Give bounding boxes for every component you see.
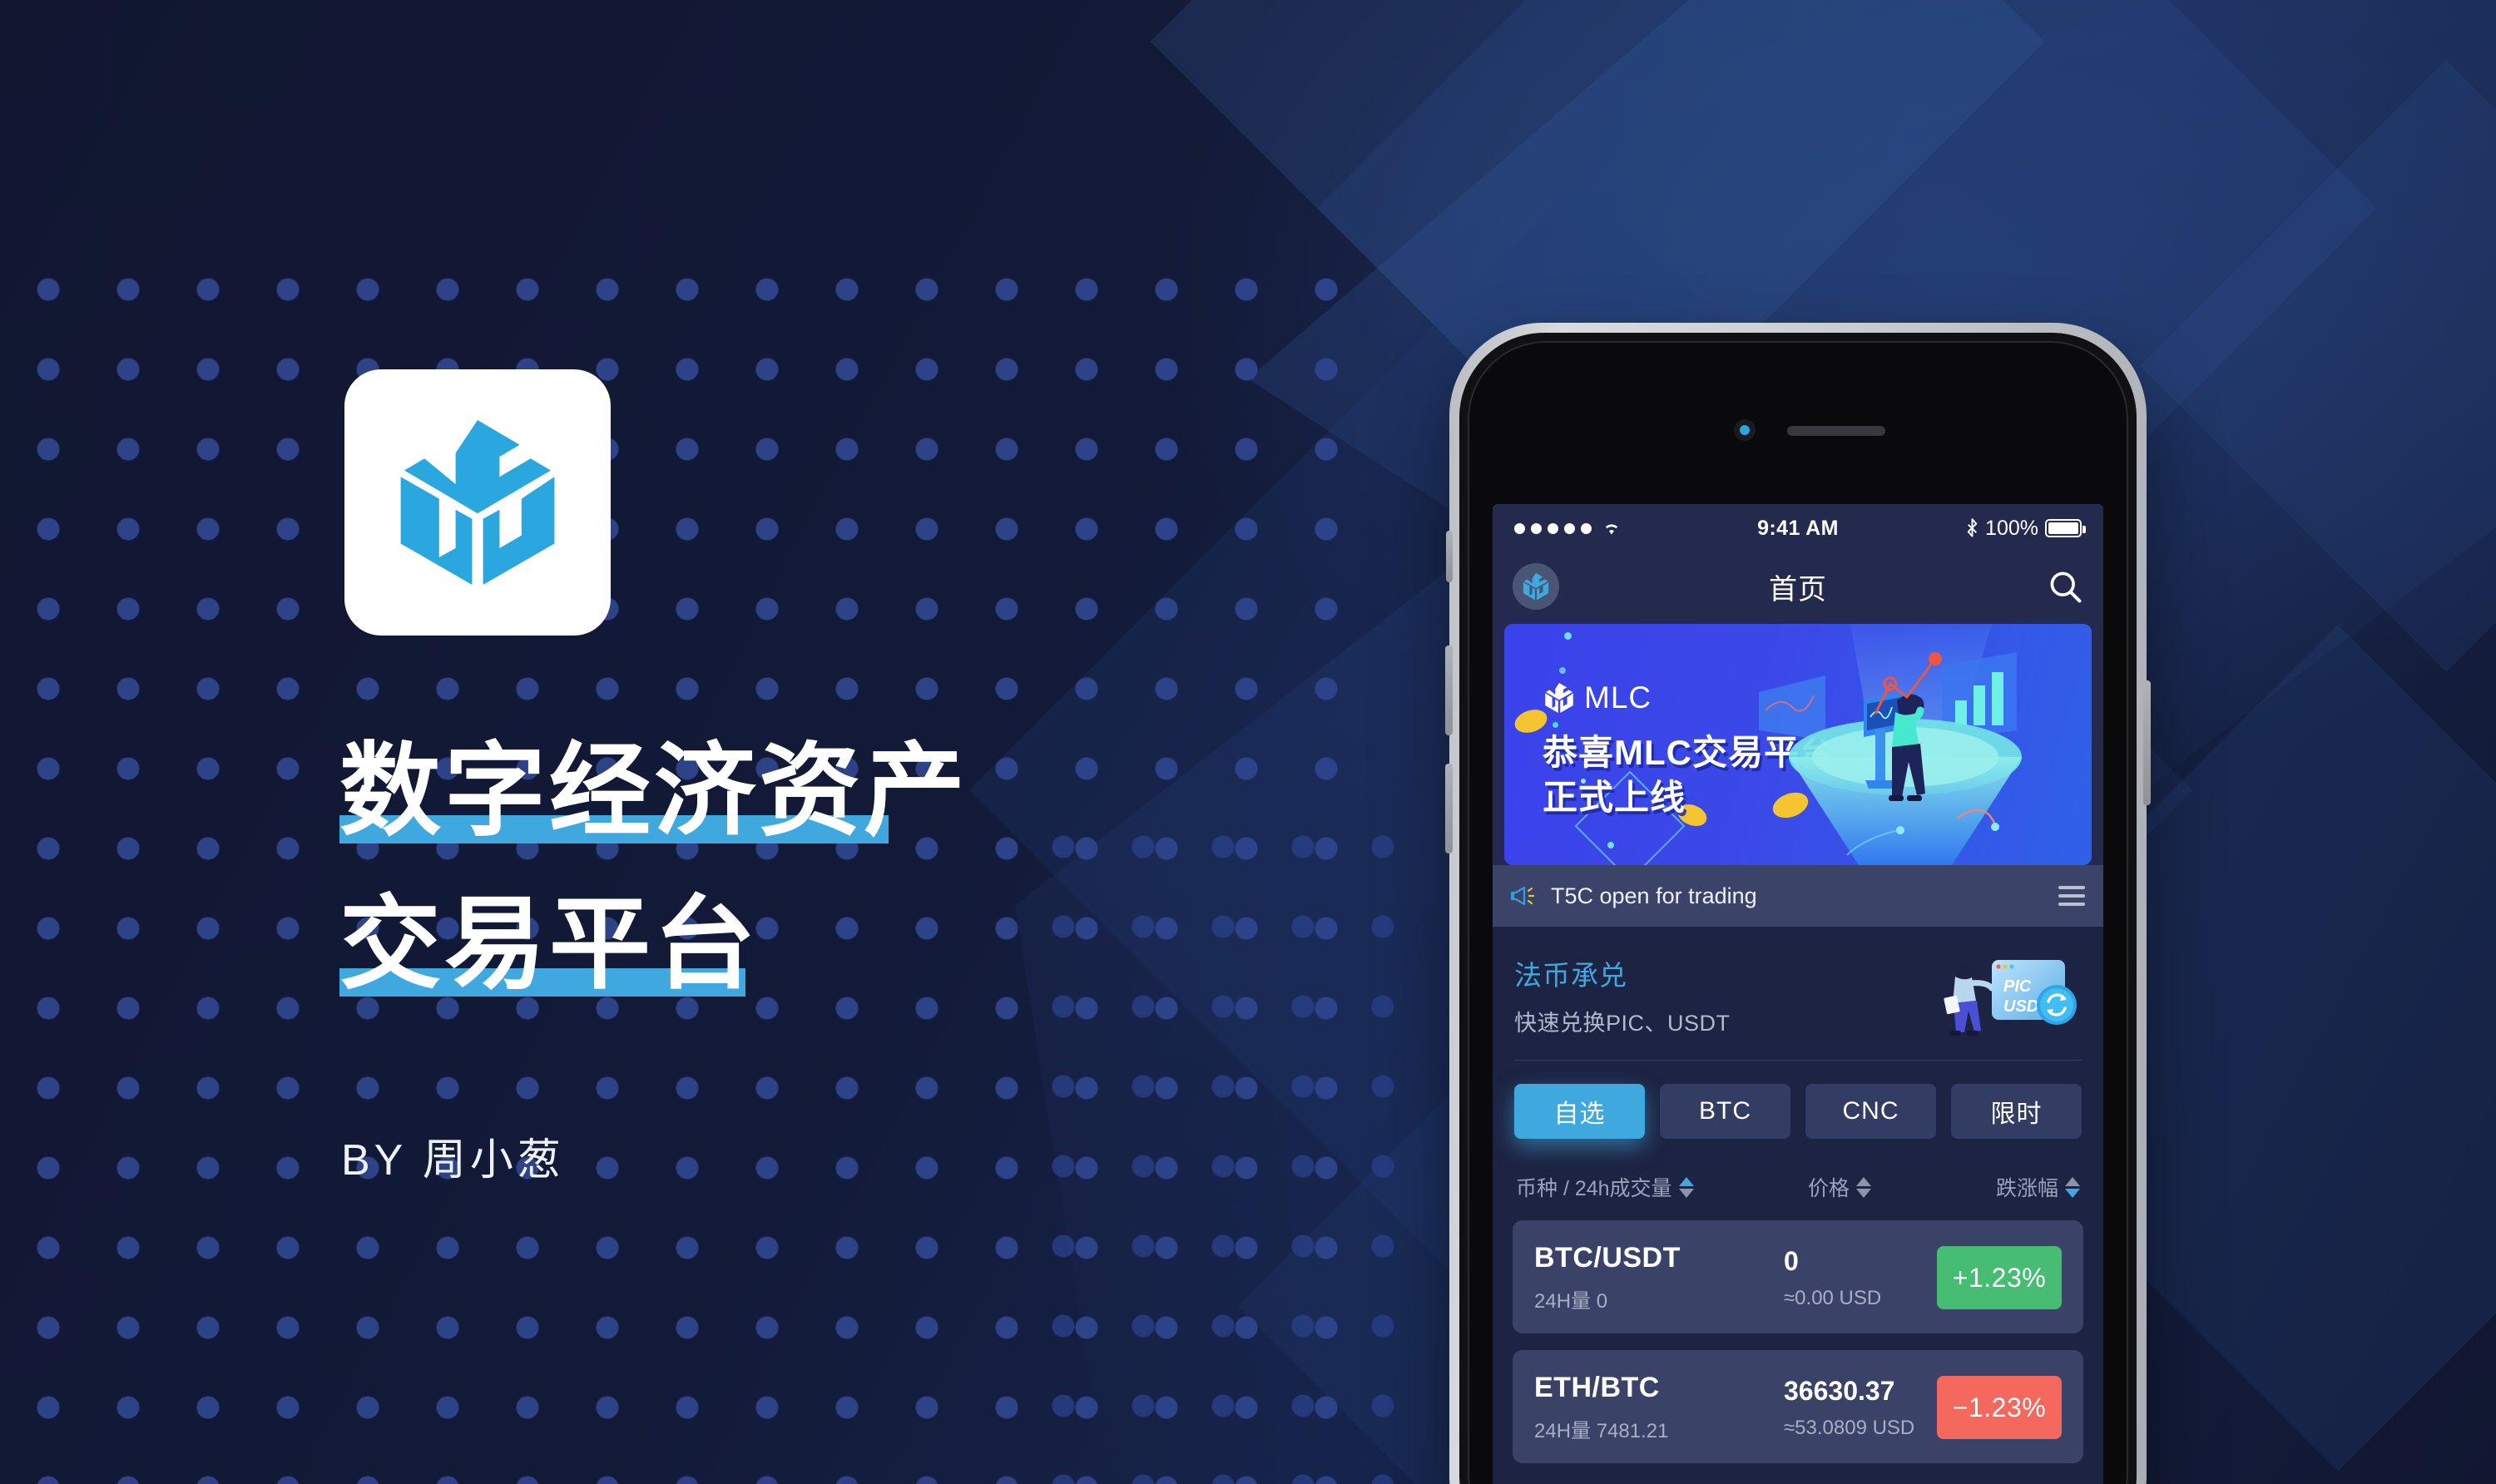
fiat-text-block: 法币承兑 快速兑换PIC、USDT xyxy=(1514,953,1731,1037)
notice-text: T5C open for trading xyxy=(1551,883,1757,908)
dot-decoration-1 xyxy=(1564,632,1572,640)
app-navbar: 首页 xyxy=(1493,552,2103,621)
poster-content: MLC 数字经济资产 交易平台 BY 周小葱 xyxy=(0,0,1248,1484)
tab-btc[interactable]: BTC xyxy=(1660,1084,1790,1139)
page-title: 首页 xyxy=(1769,573,1827,606)
promo-banner[interactable]: MLC 恭喜MLC交易平台 正式上线 xyxy=(1504,624,2092,865)
market-column-headers: 币种 / 24h成交量 价格 跌涨幅 xyxy=(1513,1144,2083,1220)
banner-container: MLC 恭喜MLC交易平台 正式上线 xyxy=(1493,621,2103,865)
headline-line-2: 交易平台 xyxy=(339,885,759,1005)
app-main-content: 法币承兑 快速兑换PIC、USDT PIC USDT 自选 BTC CNC 限时… xyxy=(1493,927,2103,1463)
volume-up-button[interactable] xyxy=(1445,646,1453,735)
front-camera-icon xyxy=(1734,419,1756,441)
phone-screen: 9:41 AM 100% 首页 MLC 恭喜MLC交易平台 正式上线 T5C o… xyxy=(1493,504,2103,1484)
market-price-cell: 0 ≈0.00 USD xyxy=(1784,1246,1937,1310)
market-volume: 24H量 0 xyxy=(1534,1290,1608,1313)
banner-brand-lockup: MLC xyxy=(1543,680,1652,715)
byline: BY 周小葱 xyxy=(341,1136,565,1185)
signal-dots-icon xyxy=(1514,522,1592,534)
sort-toggle-pair[interactable] xyxy=(1678,1176,1694,1198)
mlc-avatar-logo-icon xyxy=(1523,572,1549,601)
wifi-icon xyxy=(1605,524,1618,535)
megaphone-icon xyxy=(1511,886,1535,906)
banner-brand-text: MLC xyxy=(1584,680,1652,715)
phone-mockup: 9:41 AM 100% 首页 MLC 恭喜MLC交易平台 正式上线 T5C o… xyxy=(1445,323,2151,1484)
fiat-exchange-entry[interactable]: 法币承兑 快速兑换PIC、USDT PIC USDT xyxy=(1513,927,2083,1060)
sort-toggle-price[interactable] xyxy=(1856,1176,1871,1198)
mute-switch[interactable] xyxy=(1446,531,1453,582)
mlc-cube-logo-icon xyxy=(400,420,555,585)
column-header-pair[interactable]: 币种 / 24h成交量 xyxy=(1516,1172,1766,1202)
bluetooth-icon xyxy=(1967,518,1978,537)
hamburger-menu-icon[interactable] xyxy=(2058,886,2085,906)
dot-decoration-3 xyxy=(1553,722,1558,728)
column-header-price[interactable]: 价格 xyxy=(1766,1172,1914,1202)
market-price: 0 xyxy=(1784,1245,1799,1276)
tab-cnc[interactable]: CNC xyxy=(1805,1084,1936,1139)
avatar[interactable] xyxy=(1513,563,1559,610)
fiat-exchange-illustration: PIC USDT xyxy=(1944,960,2077,1036)
power-button[interactable] xyxy=(2143,680,2151,805)
column-header-price-label: 价格 xyxy=(1807,1177,1850,1200)
battery-icon xyxy=(2045,519,2086,537)
earpiece-speaker xyxy=(1787,426,1885,436)
search-icon[interactable] xyxy=(2047,568,2083,605)
brand-lockup: MLC xyxy=(344,369,806,636)
mlc-logo-tile xyxy=(344,369,611,636)
column-header-change-label: 跌涨幅 xyxy=(1995,1177,2058,1200)
market-symbol: BTC/USDT xyxy=(1534,1242,1681,1274)
page-headline: 数字经济资产 交易平台 xyxy=(339,732,1248,1005)
notice-bar[interactable]: T5C open for trading xyxy=(1493,865,2103,927)
market-volume: 24H量 7481.21 xyxy=(1534,1420,1669,1442)
mlc-cube-logo-icon xyxy=(1545,683,1573,713)
market-pair-cell: ETH/BTC 24H量 7481.21 xyxy=(1534,1372,1784,1443)
table-row[interactable]: BTC/USDT 24H量 0 0 ≈0.00 USD +1.23% xyxy=(1513,1220,2083,1333)
phone-body: 9:41 AM 100% 首页 MLC 恭喜MLC交易平台 正式上线 T5C o… xyxy=(1459,333,2137,1484)
market-price: 36630.37 xyxy=(1784,1375,1895,1406)
fiat-art-label-pic: PIC xyxy=(2003,977,2032,996)
status-bar: 9:41 AM 100% xyxy=(1493,504,2103,552)
status-bar-right: 100% xyxy=(1966,516,2086,541)
headline-text-2: 交易平台 xyxy=(339,887,759,1001)
status-badge: +1.23% xyxy=(1937,1246,2062,1309)
market-pair-cell: BTC/USDT 24H量 0 xyxy=(1534,1242,1784,1313)
market-symbol: ETH/BTC xyxy=(1534,1372,1660,1403)
sort-toggle-change[interactable] xyxy=(2065,1176,2080,1198)
dot-decoration-2 xyxy=(1559,667,1566,674)
tab-自选[interactable]: 自选 xyxy=(1514,1084,1645,1139)
market-tabs: 自选 BTC CNC 限时 xyxy=(1513,1061,2083,1144)
fiat-subtitle: 快速兑换PIC、USDT xyxy=(1514,1010,1731,1036)
volume-down-button[interactable] xyxy=(1445,764,1453,853)
market-price-usd: ≈53.0809 USD xyxy=(1784,1416,1915,1439)
market-price-cell: 36630.37 ≈53.0809 USD xyxy=(1784,1376,1937,1440)
fiat-title: 法币承兑 xyxy=(1514,959,1627,991)
headline-text-1: 数字经济资产 xyxy=(339,735,968,848)
status-badge: −1.23% xyxy=(1937,1376,2062,1439)
banner-illustration xyxy=(1759,624,2022,865)
tab-限时[interactable]: 限时 xyxy=(1951,1084,2082,1139)
column-header-change[interactable]: 跌涨幅 xyxy=(1914,1172,2080,1202)
table-row[interactable]: ETH/BTC 24H量 7481.21 36630.37 ≈53.0809 U… xyxy=(1513,1350,2083,1463)
market-price-usd: ≈0.00 USD xyxy=(1784,1286,1882,1309)
phone-bezel: 9:41 AM 100% 首页 MLC 恭喜MLC交易平台 正式上线 T5C o… xyxy=(1468,341,2128,1484)
headline-line-1: 数字经济资产 xyxy=(339,732,968,852)
battery-percent-label: 100% xyxy=(1985,516,2038,540)
column-header-pair-label: 币种 / 24h成交量 xyxy=(1516,1177,1672,1200)
